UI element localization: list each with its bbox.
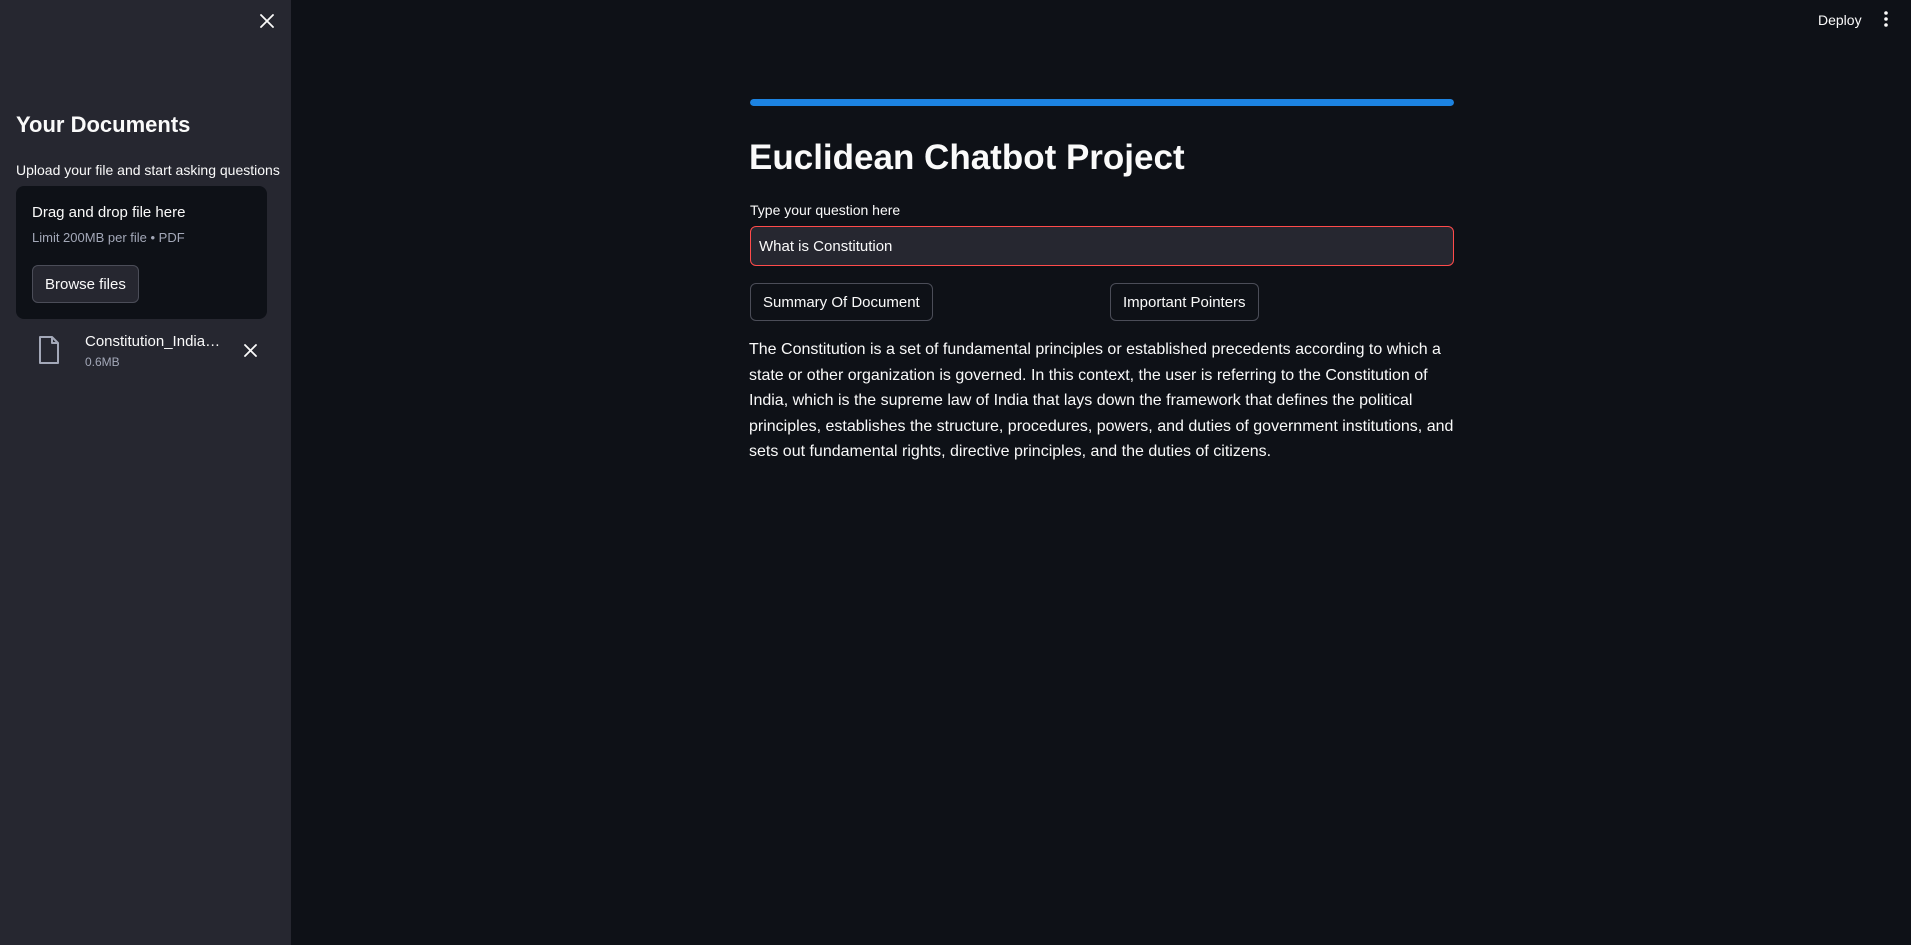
uploader-label: Upload your file and start asking questi… <box>16 162 280 178</box>
vertical-dots-icon <box>1884 11 1888 27</box>
question-label: Type your question here <box>750 202 901 218</box>
deploy-button[interactable]: Deploy <box>1812 8 1868 32</box>
question-input[interactable] <box>750 226 1454 266</box>
dropzone-limit: Limit 200MB per file • PDF <box>32 230 185 245</box>
page-title: Euclidean Chatbot Project <box>749 138 1185 177</box>
dropzone-title: Drag and drop file here <box>32 204 186 221</box>
main-menu-button[interactable] <box>1876 8 1896 30</box>
close-icon <box>243 343 257 357</box>
progress-bar-fill <box>750 99 1454 106</box>
file-dropzone[interactable]: Drag and drop file here Limit 200MB per … <box>16 186 267 319</box>
sidebar-title: Your Documents <box>16 112 191 137</box>
browse-files-button[interactable]: Browse files <box>32 265 139 303</box>
file-icon <box>39 336 59 364</box>
file-name: Constitution_India… <box>85 333 221 350</box>
close-icon <box>260 14 274 28</box>
sidebar: Your Documents Upload your file and star… <box>0 0 291 945</box>
progress-bar <box>750 99 1454 106</box>
remove-file-button[interactable] <box>240 340 260 360</box>
sidebar-close-button[interactable] <box>256 10 278 32</box>
file-size: 0.6MB <box>85 355 120 369</box>
summary-of-document-button[interactable]: Summary Of Document <box>750 283 933 321</box>
important-pointers-button[interactable]: Important Pointers <box>1110 283 1259 321</box>
uploaded-file-item: Constitution_India… 0.6MB <box>16 330 267 375</box>
answer-text: The Constitution is a set of fundamental… <box>749 341 1454 461</box>
